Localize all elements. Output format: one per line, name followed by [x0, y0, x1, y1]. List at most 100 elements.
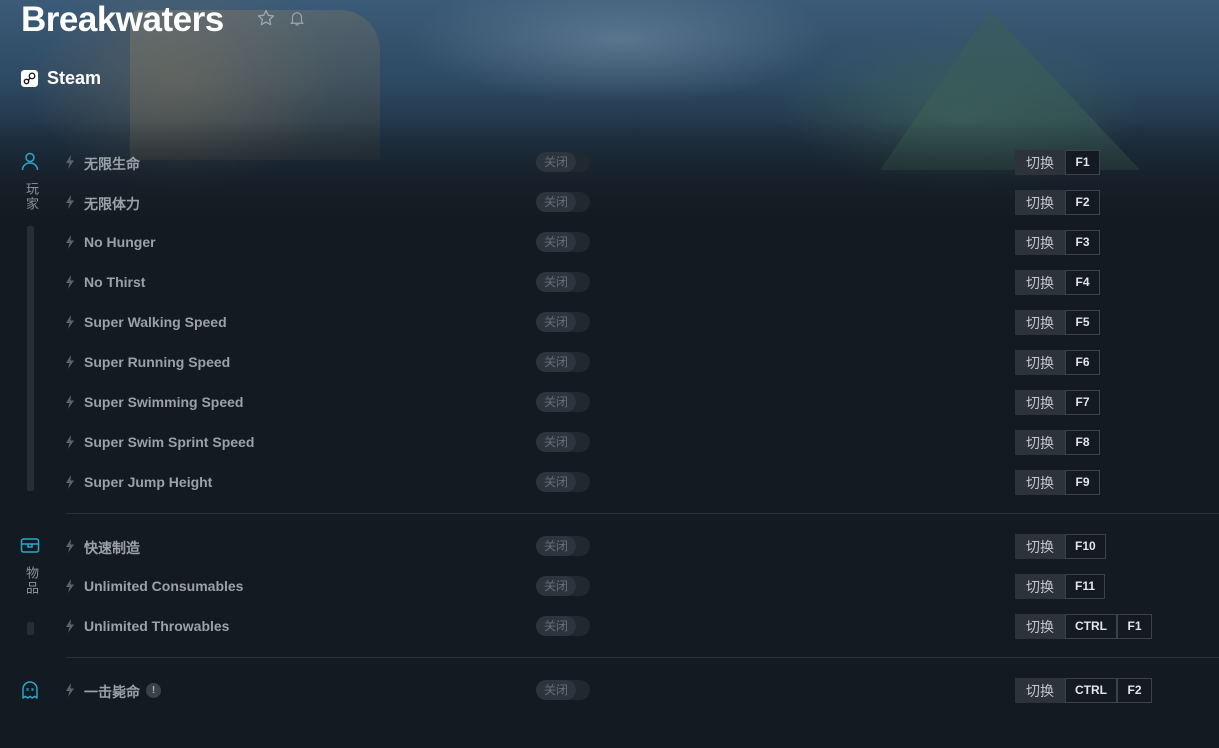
option-toggle[interactable]: 关闭	[536, 536, 590, 556]
option-name: 一击毙命	[84, 684, 140, 700]
toggle-state: 关闭	[536, 472, 576, 492]
hotkey-group[interactable]: 切换 F4	[1015, 270, 1100, 295]
toggle-state: 关闭	[536, 232, 576, 252]
option-toggle[interactable]: 关闭	[536, 680, 590, 700]
hotkey-key[interactable]: F7	[1065, 390, 1100, 415]
hotkey-key[interactable]: F9	[1065, 470, 1100, 495]
category-divider	[66, 513, 1219, 514]
option-toggle[interactable]: 关闭	[536, 616, 590, 636]
hotkey-group[interactable]: 切换 CTRL F1	[1015, 614, 1152, 639]
option-name: Unlimited Consumables	[84, 578, 244, 594]
option-row: 无限生命 关闭 切换 F1	[0, 142, 1219, 182]
option-name: No Hunger	[84, 234, 156, 250]
hotkey-action[interactable]: 切换	[1015, 190, 1065, 215]
option-row: 快速制造 关闭 切换 F10	[0, 526, 1219, 566]
option-row: No Hunger 关闭 切换 F3	[0, 222, 1219, 262]
hotkey-group[interactable]: 切换 F3	[1015, 230, 1100, 255]
bolt-icon	[66, 539, 74, 553]
hotkey-key[interactable]: F10	[1065, 534, 1106, 559]
hotkey-group[interactable]: 切换 CTRL F2	[1015, 678, 1152, 703]
option-toggle[interactable]: 关闭	[536, 152, 590, 172]
info-icon[interactable]: !	[146, 683, 161, 698]
bolt-icon	[66, 579, 74, 593]
hotkey-key[interactable]: F4	[1065, 270, 1100, 295]
toggle-state: 关闭	[536, 680, 576, 700]
bolt-icon	[66, 315, 74, 329]
hotkey-key[interactable]: F3	[1065, 230, 1100, 255]
platform-label: Steam	[47, 68, 102, 88]
option-row: 一击毙命 ! 关闭 切换 CTRL F2	[0, 670, 1219, 710]
bolt-icon	[66, 619, 74, 633]
bolt-icon	[66, 435, 74, 449]
hotkey-action[interactable]: 切换	[1015, 470, 1065, 495]
option-toggle[interactable]: 关闭	[536, 272, 590, 292]
bolt-icon	[66, 195, 74, 209]
hotkey-action[interactable]: 切换	[1015, 230, 1065, 255]
hotkey-group[interactable]: 切换 F10	[1015, 534, 1106, 559]
hotkey-key[interactable]: F5	[1065, 310, 1100, 335]
hotkey-action[interactable]: 切换	[1015, 678, 1065, 703]
option-toggle[interactable]: 关闭	[536, 192, 590, 212]
hotkey-group[interactable]: 切换 F11	[1015, 574, 1106, 599]
hotkey-key[interactable]: F2	[1065, 190, 1100, 215]
hotkey-group[interactable]: 切换 F1	[1015, 150, 1100, 175]
toggle-state: 关闭	[536, 392, 576, 412]
toggle-state: 关闭	[536, 352, 576, 372]
star-icon[interactable]	[256, 8, 276, 28]
option-row: 无限体力 关闭 切换 F2	[0, 182, 1219, 222]
bolt-icon	[66, 475, 74, 489]
option-name: 无限生命	[84, 156, 140, 172]
toggle-state: 关闭	[536, 432, 576, 452]
hotkey-group[interactable]: 切换 F8	[1015, 430, 1100, 455]
hotkey-group[interactable]: 切换 F6	[1015, 350, 1100, 375]
game-title: Breakwaters	[21, 0, 224, 39]
hotkey-key[interactable]: F6	[1065, 350, 1100, 375]
option-toggle[interactable]: 关闭	[536, 352, 590, 372]
toggle-state: 关闭	[536, 616, 576, 636]
hotkey-group[interactable]: 切换 F7	[1015, 390, 1100, 415]
option-row: No Thirst 关闭 切换 F4	[0, 262, 1219, 302]
hotkey-key-modifier[interactable]: CTRL	[1065, 678, 1117, 703]
toggle-state: 关闭	[536, 536, 576, 556]
hotkey-key-modifier[interactable]: CTRL	[1065, 614, 1117, 639]
hotkey-key[interactable]: F2	[1117, 678, 1152, 703]
bolt-icon	[66, 235, 74, 249]
hotkey-action[interactable]: 切换	[1015, 390, 1065, 415]
hotkey-group[interactable]: 切换 F9	[1015, 470, 1100, 495]
option-name: Super Swim Sprint Speed	[84, 434, 255, 450]
hotkey-group[interactable]: 切换 F5	[1015, 310, 1100, 335]
option-row: Unlimited Consumables 关闭 切换 F11	[0, 566, 1219, 606]
hotkey-action[interactable]: 切换	[1015, 310, 1065, 335]
hotkey-key[interactable]: F11	[1065, 574, 1106, 599]
option-toggle[interactable]: 关闭	[536, 392, 590, 412]
hotkey-action[interactable]: 切换	[1015, 534, 1065, 559]
option-toggle[interactable]: 关闭	[536, 432, 590, 452]
hotkey-action[interactable]: 切换	[1015, 150, 1065, 175]
toggle-state: 关闭	[536, 312, 576, 332]
hotkey-action[interactable]: 切换	[1015, 614, 1065, 639]
option-toggle[interactable]: 关闭	[536, 312, 590, 332]
hotkey-group[interactable]: 切换 F2	[1015, 190, 1100, 215]
option-name: Super Running Speed	[84, 354, 231, 370]
toggle-state: 关闭	[536, 152, 576, 172]
hotkey-key[interactable]: F8	[1065, 430, 1100, 455]
toggle-state: 关闭	[536, 272, 576, 292]
toggle-state: 关闭	[536, 192, 576, 212]
option-row: Super Jump Height 关闭 切换 F9	[0, 462, 1219, 502]
option-row: Super Swimming Speed 关闭 切换 F7	[0, 382, 1219, 422]
hotkey-key[interactable]: F1	[1065, 150, 1100, 175]
hotkey-action[interactable]: 切换	[1015, 574, 1065, 599]
hotkey-action[interactable]: 切换	[1015, 350, 1065, 375]
option-toggle[interactable]: 关闭	[536, 472, 590, 492]
option-toggle[interactable]: 关闭	[536, 232, 590, 252]
hotkey-action[interactable]: 切换	[1015, 270, 1065, 295]
hotkey-key[interactable]: F1	[1117, 614, 1152, 639]
option-toggle[interactable]: 关闭	[536, 576, 590, 596]
bell-icon[interactable]	[288, 9, 306, 27]
option-name: Unlimited Throwables	[84, 618, 230, 634]
option-row: Super Walking Speed 关闭 切换 F5	[0, 302, 1219, 342]
bolt-icon	[66, 683, 74, 697]
option-name: No Thirst	[84, 274, 146, 290]
bolt-icon	[66, 355, 74, 369]
hotkey-action[interactable]: 切换	[1015, 430, 1065, 455]
